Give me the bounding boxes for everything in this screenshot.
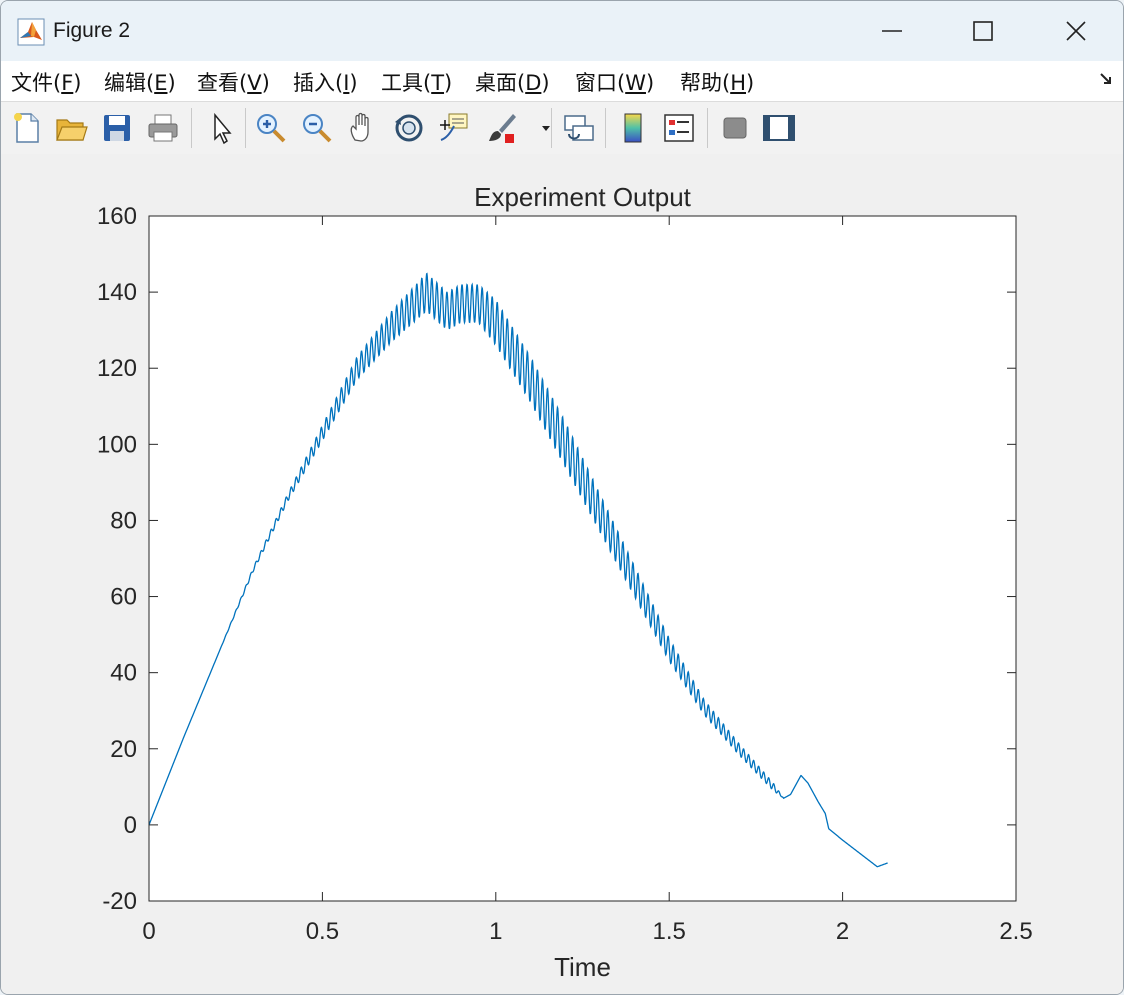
data-cursor-icon — [440, 113, 468, 141]
menu-file[interactable]: 文件(F) — [11, 67, 82, 97]
y-tick-label: 100 — [97, 431, 137, 458]
save-icon — [104, 115, 130, 141]
toolbar-separator — [605, 108, 606, 148]
maximize-button[interactable] — [947, 9, 1019, 53]
menu-window[interactable]: 窗口(W) — [575, 67, 654, 97]
title-bar[interactable]: Figure 2 — [1, 1, 1123, 61]
minimize-icon — [882, 30, 902, 32]
zoom-in-icon — [257, 114, 286, 143]
y-tick-label: 40 — [110, 660, 137, 687]
brush-dropdown-button[interactable] — [528, 110, 550, 146]
brush-button[interactable] — [485, 110, 521, 146]
dock-figure-icon[interactable] — [1099, 71, 1115, 91]
zoom-out-button[interactable] — [299, 110, 335, 146]
x-tick-label: 0.5 — [306, 918, 339, 945]
menu-desktop[interactable]: 桌面(D) — [475, 67, 550, 97]
window-title: Figure 2 — [53, 19, 131, 42]
y-tick-label: 160 — [97, 203, 137, 230]
show-plot-tools-button[interactable] — [761, 110, 797, 146]
rotate-3d-icon — [395, 114, 423, 142]
x-tick-label: 2 — [836, 918, 849, 945]
pan-icon — [350, 112, 369, 142]
figure-window: Figure 2 文件(F) 编辑(E) 查看(V) 插入(I) 工具(T) 桌… — [0, 0, 1124, 995]
toolbar-separator — [245, 108, 246, 148]
chevron-down-icon — [542, 126, 550, 131]
toolbar-separator — [191, 108, 192, 148]
link-plot-icon — [564, 115, 594, 141]
menu-view[interactable]: 查看(V) — [197, 67, 270, 97]
print-button[interactable] — [145, 110, 181, 146]
print-icon — [148, 114, 178, 142]
menu-bar: 文件(F) 编辑(E) 查看(V) 插入(I) 工具(T) 桌面(D) 窗口(W… — [1, 61, 1123, 101]
maximize-icon — [973, 21, 993, 41]
toolbar-separator — [707, 108, 708, 148]
x-tick-label: 0 — [142, 918, 155, 945]
minimize-button[interactable] — [856, 9, 928, 53]
toolbar-separator — [551, 108, 552, 148]
data-cursor-button[interactable] — [437, 110, 473, 146]
close-button[interactable] — [1040, 9, 1112, 53]
y-tick-label: 120 — [97, 355, 137, 382]
edit-plot-button[interactable] — [203, 110, 239, 146]
link-plot-button[interactable] — [561, 110, 597, 146]
new-figure-button[interactable] — [9, 110, 45, 146]
zoom-out-icon — [303, 114, 332, 143]
x-tick-label: 1.5 — [653, 918, 686, 945]
edit-plot-icon — [214, 112, 232, 145]
menu-tools[interactable]: 工具(T) — [381, 67, 452, 97]
chart-title: Experiment Output — [474, 182, 692, 212]
y-tick-label: 80 — [110, 507, 137, 534]
y-tick-label: -20 — [102, 888, 137, 915]
y-tick-label: 140 — [97, 279, 137, 306]
y-tick-label: 0 — [124, 812, 137, 839]
pan-button[interactable] — [345, 110, 381, 146]
hide-plot-tools-button[interactable] — [717, 110, 753, 146]
figure-toolbar — [1, 101, 1123, 155]
insert-legend-button[interactable] — [661, 110, 697, 146]
menu-help[interactable]: 帮助(H) — [680, 67, 754, 97]
open-file-icon — [56, 119, 88, 141]
plot-axes[interactable]: 0 0.5 1 1.5 2 2.5-20020406080100120140160 Exp… — [1, 154, 1123, 994]
matlab-logo-icon — [17, 18, 45, 46]
colorbar-icon — [624, 113, 642, 143]
figure-canvas[interactable]: 0 0.5 1 1.5 2 2.5 -20 0 20 40 60 80 100 120 140 160 Exp… — [1, 154, 1123, 994]
legend-icon — [664, 114, 694, 142]
x-axis-label: Time — [554, 952, 611, 982]
open-file-button[interactable] — [53, 110, 89, 146]
hide-plot-tools-icon — [723, 117, 747, 139]
x-tick-label: 1 — [489, 918, 502, 945]
axes-background — [149, 216, 1016, 901]
show-plot-tools-icon — [763, 115, 795, 141]
close-icon — [1066, 21, 1086, 41]
x-tick-label: 2.5 — [999, 918, 1032, 945]
y-tick-label: 60 — [110, 584, 137, 611]
new-figure-icon — [14, 113, 39, 143]
save-button[interactable] — [99, 110, 135, 146]
menu-insert[interactable]: 插入(I) — [293, 67, 358, 97]
zoom-in-button[interactable] — [253, 110, 289, 146]
rotate-3d-button[interactable] — [391, 110, 427, 146]
insert-colorbar-button[interactable] — [615, 110, 651, 146]
y-tick-label: 20 — [110, 736, 137, 763]
menu-edit[interactable]: 编辑(E) — [104, 67, 176, 97]
brush-icon — [489, 114, 516, 143]
